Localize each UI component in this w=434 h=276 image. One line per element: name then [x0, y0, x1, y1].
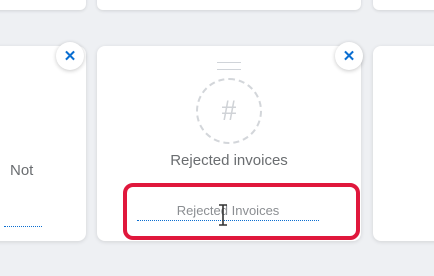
- tile-right[interactable]: [373, 46, 434, 241]
- tile-left-title-input-underline[interactable]: [4, 226, 42, 227]
- hash-glyph: #: [221, 94, 237, 127]
- tile-title: Rejected invoices: [170, 152, 288, 169]
- remove-tile-rejected-invoices-button[interactable]: ✕: [335, 42, 363, 70]
- close-icon: ✕: [63, 48, 77, 65]
- tile-left-title: Not: [10, 162, 34, 179]
- drag-handle-icon[interactable]: [217, 62, 241, 70]
- remove-tile-left-button[interactable]: ✕: [56, 42, 84, 70]
- top-card-right: [373, 0, 434, 10]
- tile-left[interactable]: [0, 46, 86, 241]
- close-icon: ✕: [342, 48, 356, 65]
- top-card-center: [97, 0, 361, 10]
- hash-icon: #: [196, 78, 262, 144]
- top-card-left: [0, 0, 86, 10]
- text-cursor-icon: [219, 204, 227, 226]
